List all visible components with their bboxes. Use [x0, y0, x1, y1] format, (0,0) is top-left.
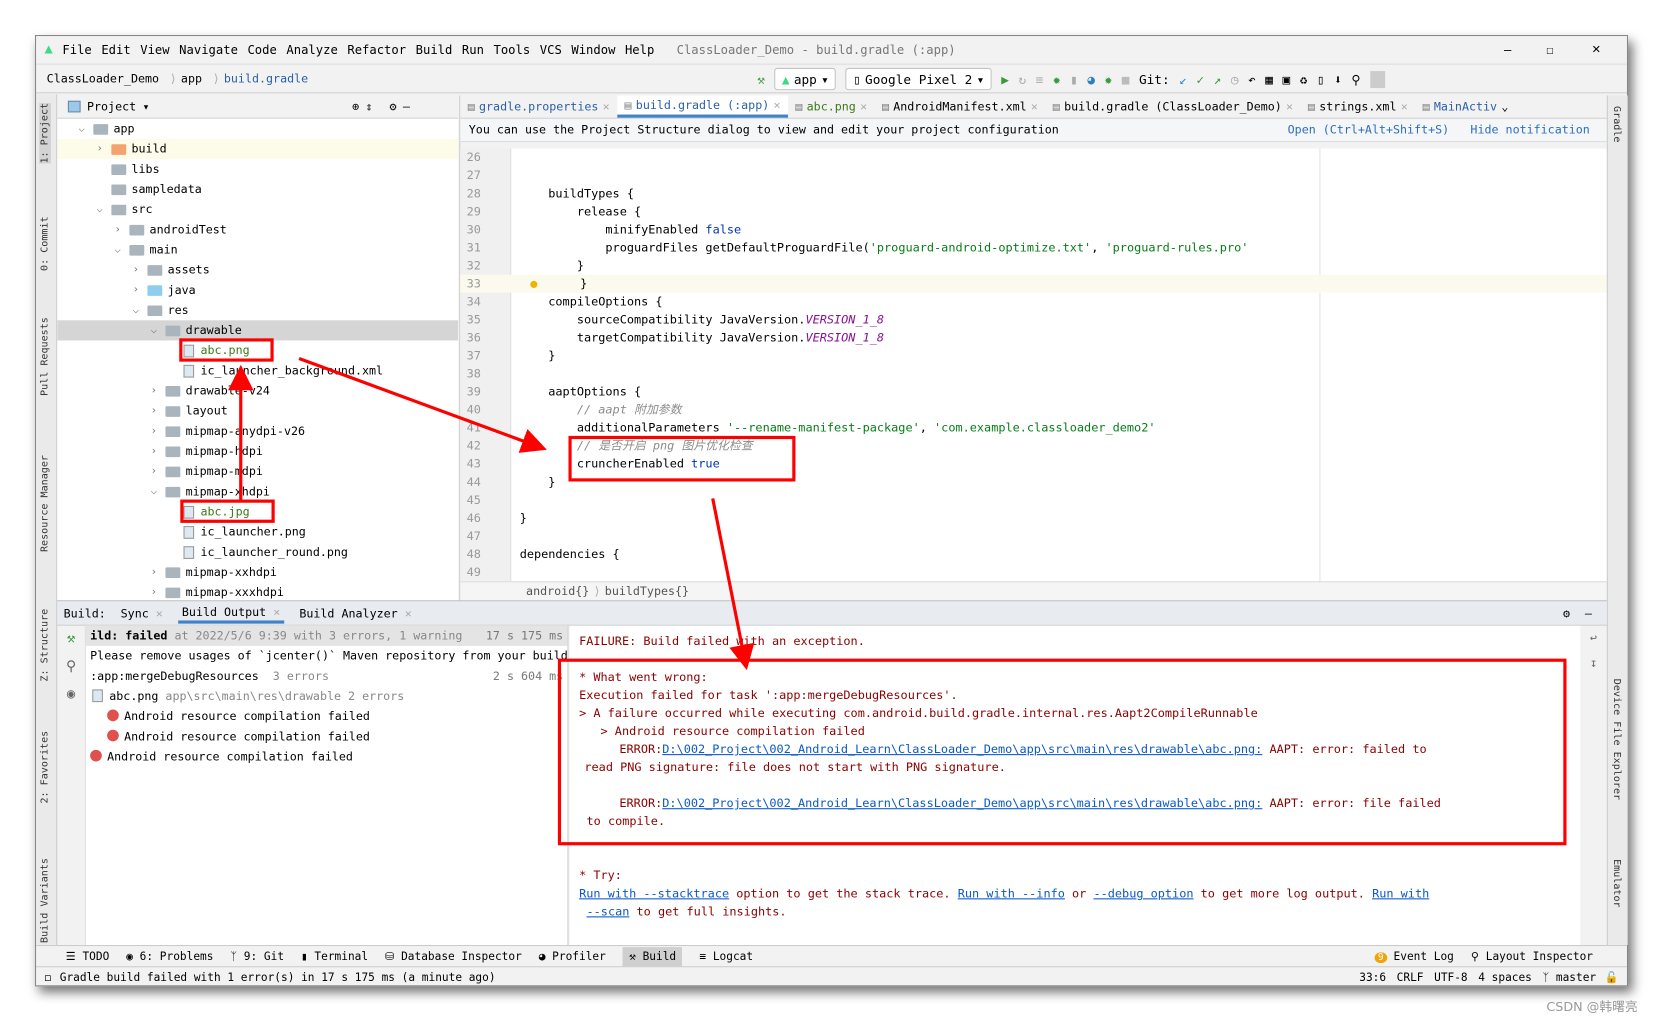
annotation-arrows [228, 356, 755, 671]
arrow-cruncher-to-error [711, 498, 755, 671]
watermark: CSDN @韩曙亮 [1546, 999, 1638, 1014]
arrow-png-to-cruncher [298, 356, 547, 453]
